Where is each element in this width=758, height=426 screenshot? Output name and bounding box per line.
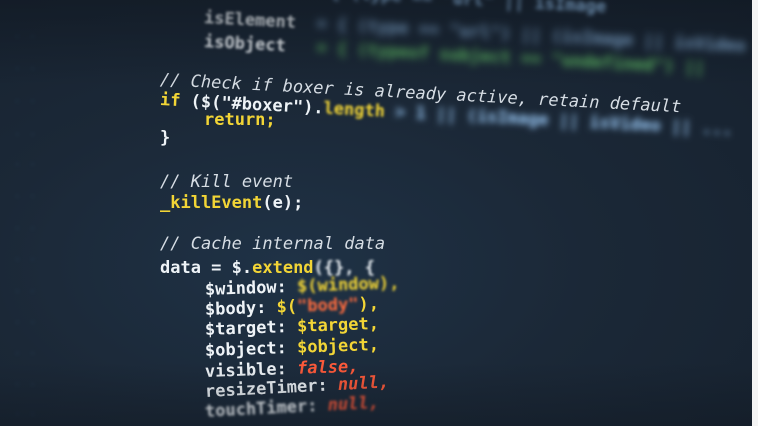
code-photo: · · · · · · · · · · · · · · · · · · · · … (0, 0, 758, 426)
code-token: $target: (204, 316, 298, 340)
code-token: return; (204, 110, 276, 130)
code-token: length (323, 98, 386, 122)
image-border (752, 0, 758, 426)
code-token: null, (337, 372, 390, 396)
code-line: // Cache internal data (160, 234, 385, 254)
code-token: ), (358, 293, 380, 315)
code-line: _killEvent(e); (160, 193, 303, 213)
code-token: $object, (296, 334, 380, 358)
code-block: { (type == "url" || isImage isElement = … (0, 0, 758, 426)
code-token: null, (327, 392, 380, 416)
code-token: $(window), (296, 273, 400, 297)
code-token: $( (276, 296, 298, 318)
code-token: $target, (296, 313, 380, 337)
comment: // Cache internal data (160, 234, 386, 254)
code-token: isElement (203, 8, 297, 33)
code-line: return; (204, 110, 276, 130)
code-token: isObject (203, 32, 287, 57)
code-token: $object: (204, 337, 298, 361)
code-token: (e); (262, 193, 304, 213)
code-token: } (160, 128, 171, 148)
comment: // Kill event (160, 172, 294, 192)
code-line-partial: { (type == "url" || isImage (329, 0, 607, 18)
code-line: // Kill event (160, 172, 293, 192)
code-token: if (159, 90, 181, 112)
code-token: _killEvent (160, 193, 263, 213)
code-token: $body: (204, 297, 277, 320)
code-line: } (160, 128, 170, 148)
code-token: "body" (296, 294, 359, 317)
code-token: data = $. (160, 258, 253, 278)
code-token: extend (252, 258, 314, 278)
